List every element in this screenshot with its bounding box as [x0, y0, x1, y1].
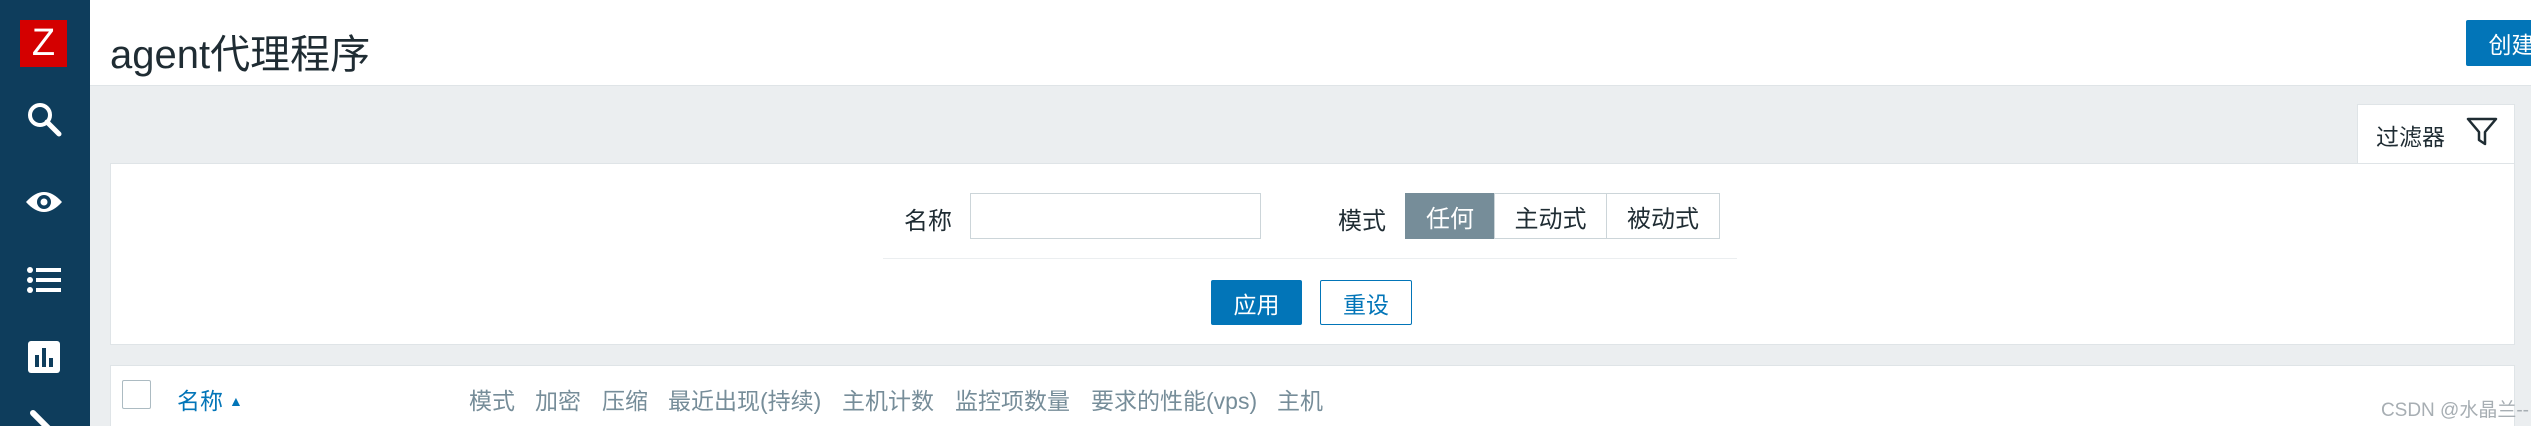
mode-option-any[interactable]: 任何: [1405, 193, 1495, 239]
name-input[interactable]: [970, 193, 1261, 239]
filter-divider: [883, 258, 1737, 259]
mode-label: 模式: [1338, 208, 1386, 235]
column-header-item-count[interactable]: 监控项数量: [955, 382, 1070, 416]
page-title: agent代理程序: [110, 33, 371, 77]
search-icon[interactable]: [24, 99, 64, 139]
watermark: CSDN @水晶兰--: [2380, 400, 2529, 421]
mode-option-passive[interactable]: 被动式: [1606, 193, 1720, 239]
select-all-checkbox[interactable]: [122, 380, 151, 409]
column-header-mode[interactable]: 模式: [469, 382, 515, 416]
column-header-hosts[interactable]: 主机: [1277, 382, 1323, 416]
proxy-table: 名称 ▲ 模式 加密 压缩 最近出现(持续) 主机计数 监控项数量 要求的性能(v…: [110, 365, 2515, 426]
eye-icon[interactable]: [24, 182, 64, 222]
filter-tab[interactable]: 过滤器: [2357, 104, 2515, 164]
filter-panel: [110, 163, 2515, 345]
page-header: agent代理程序 创建代理: [90, 0, 2531, 86]
zabbix-logo[interactable]: Z: [20, 20, 67, 67]
filter-tab-label: 过滤器: [2376, 123, 2445, 150]
list-icon[interactable]: [24, 260, 64, 300]
sidebar: Z: [0, 0, 90, 426]
reset-button[interactable]: 重设: [1320, 280, 1412, 325]
funnel-icon: [2466, 116, 2498, 154]
wrench-icon[interactable]: [24, 404, 64, 426]
create-proxy-button[interactable]: 创建代理: [2466, 20, 2531, 66]
apply-button[interactable]: 应用: [1211, 280, 1302, 325]
chart-icon[interactable]: [24, 337, 64, 377]
column-header-compression[interactable]: 压缩: [602, 382, 648, 416]
sort-asc-icon: ▲: [229, 393, 243, 409]
column-header-name[interactable]: 名称 ▲: [177, 382, 243, 416]
column-header-last-seen[interactable]: 最近出现(持续): [668, 382, 821, 416]
column-header-encryption[interactable]: 加密: [535, 382, 581, 416]
name-label: 名称: [904, 208, 952, 235]
column-header-host-count[interactable]: 主机计数: [842, 382, 934, 416]
column-header-required-vps[interactable]: 要求的性能(vps): [1091, 382, 1257, 416]
mode-option-active[interactable]: 主动式: [1494, 193, 1607, 239]
